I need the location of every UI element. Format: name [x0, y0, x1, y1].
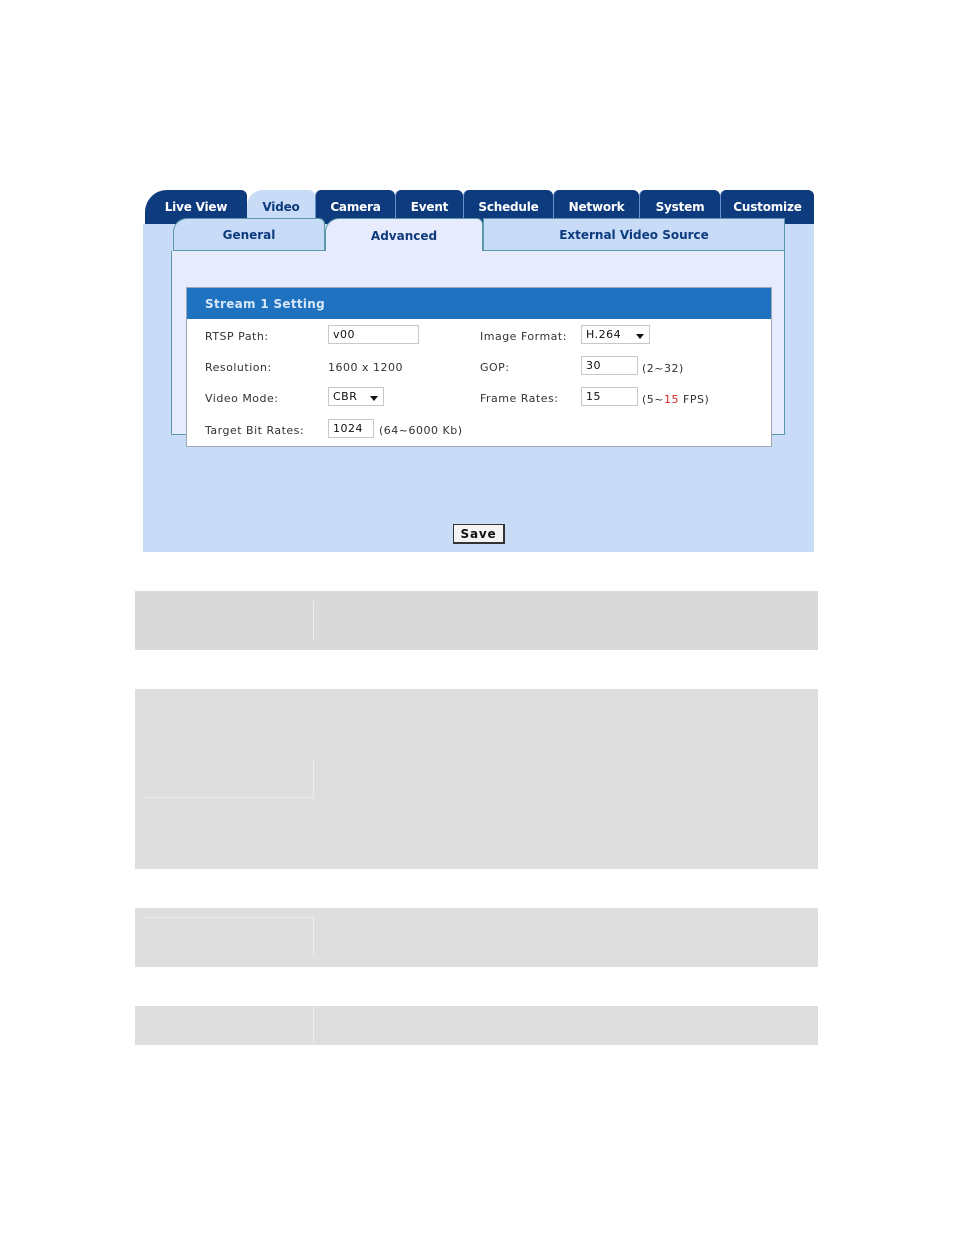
divider [313, 759, 314, 799]
tab-label: Camera [330, 200, 381, 214]
target-bit-rates-hint: (64~6000 Kb) [379, 424, 463, 437]
subtab-general[interactable]: General [173, 218, 325, 251]
stream-1-settings: Stream 1 Setting RTSP Path: v00 Resoluti… [186, 287, 772, 447]
image-format-value: H.264 [586, 328, 622, 341]
target-bit-rates-input[interactable]: 1024 [328, 419, 374, 438]
placeholder-block-4 [135, 1006, 818, 1045]
hint-max-fps: 15 [664, 393, 680, 406]
placeholder-block-3 [135, 908, 818, 967]
gop-label: GOP: [480, 361, 510, 374]
target-bit-rates-label: Target Bit Rates: [205, 424, 305, 437]
divider [313, 1006, 314, 1045]
subtab-label: Advanced [370, 228, 438, 243]
placeholder-block-2 [135, 689, 818, 869]
chevron-down-icon [636, 334, 644, 339]
tab-label: Schedule [478, 200, 539, 214]
tab-label: Video [262, 200, 300, 214]
tab-label: Customize [733, 200, 802, 214]
advanced-settings-body: Stream 1 Setting RTSP Path: v00 Resoluti… [171, 251, 785, 447]
video-mode-value: CBR [333, 390, 358, 403]
video-mode-label: Video Mode: [205, 392, 279, 405]
subtab-label: External Video Source [559, 227, 709, 242]
camera-settings-panel: Live View Video Camera Event Schedule Ne… [143, 190, 814, 552]
gop-input[interactable]: 30 [581, 356, 638, 375]
tab-label: Live View [164, 200, 228, 214]
rtsp-path-input[interactable]: v00 [328, 325, 419, 344]
tab-label: Event [410, 200, 449, 214]
divider [142, 797, 314, 798]
subtab-external-video-source[interactable]: External Video Source [483, 218, 785, 251]
video-mode-select[interactable]: CBR [328, 387, 384, 406]
stream-title: Stream 1 Setting [187, 288, 771, 319]
video-content-area: General Advanced External Video Source S… [143, 218, 814, 552]
resolution-value: 1600 x 1200 [328, 361, 403, 374]
subtab-label: General [222, 227, 276, 242]
placeholder-block-1 [135, 591, 818, 650]
image-format-label: Image Format: [480, 330, 567, 343]
frame-rates-label: Frame Rates: [480, 392, 559, 405]
tab-label: Network [568, 200, 625, 214]
gop-hint: (2~32) [642, 362, 684, 375]
rtsp-path-label: RTSP Path: [205, 330, 269, 343]
divider [313, 601, 314, 640]
image-format-select[interactable]: H.264 [581, 325, 650, 344]
subtab-advanced[interactable]: Advanced [325, 218, 483, 252]
hint-prefix: (5~ [642, 393, 665, 406]
tab-label: System [655, 200, 705, 214]
divider [313, 917, 314, 957]
hint-suffix: FPS) [679, 393, 710, 406]
video-subpanel: General Advanced External Video Source S… [171, 218, 785, 468]
save-button[interactable]: Save [453, 524, 505, 544]
frame-rates-hint: (5~15 FPS) [642, 393, 709, 406]
chevron-down-icon [370, 396, 378, 401]
frame-rates-input[interactable]: 15 [581, 387, 638, 406]
divider [142, 917, 314, 918]
resolution-label: Resolution: [205, 361, 272, 374]
